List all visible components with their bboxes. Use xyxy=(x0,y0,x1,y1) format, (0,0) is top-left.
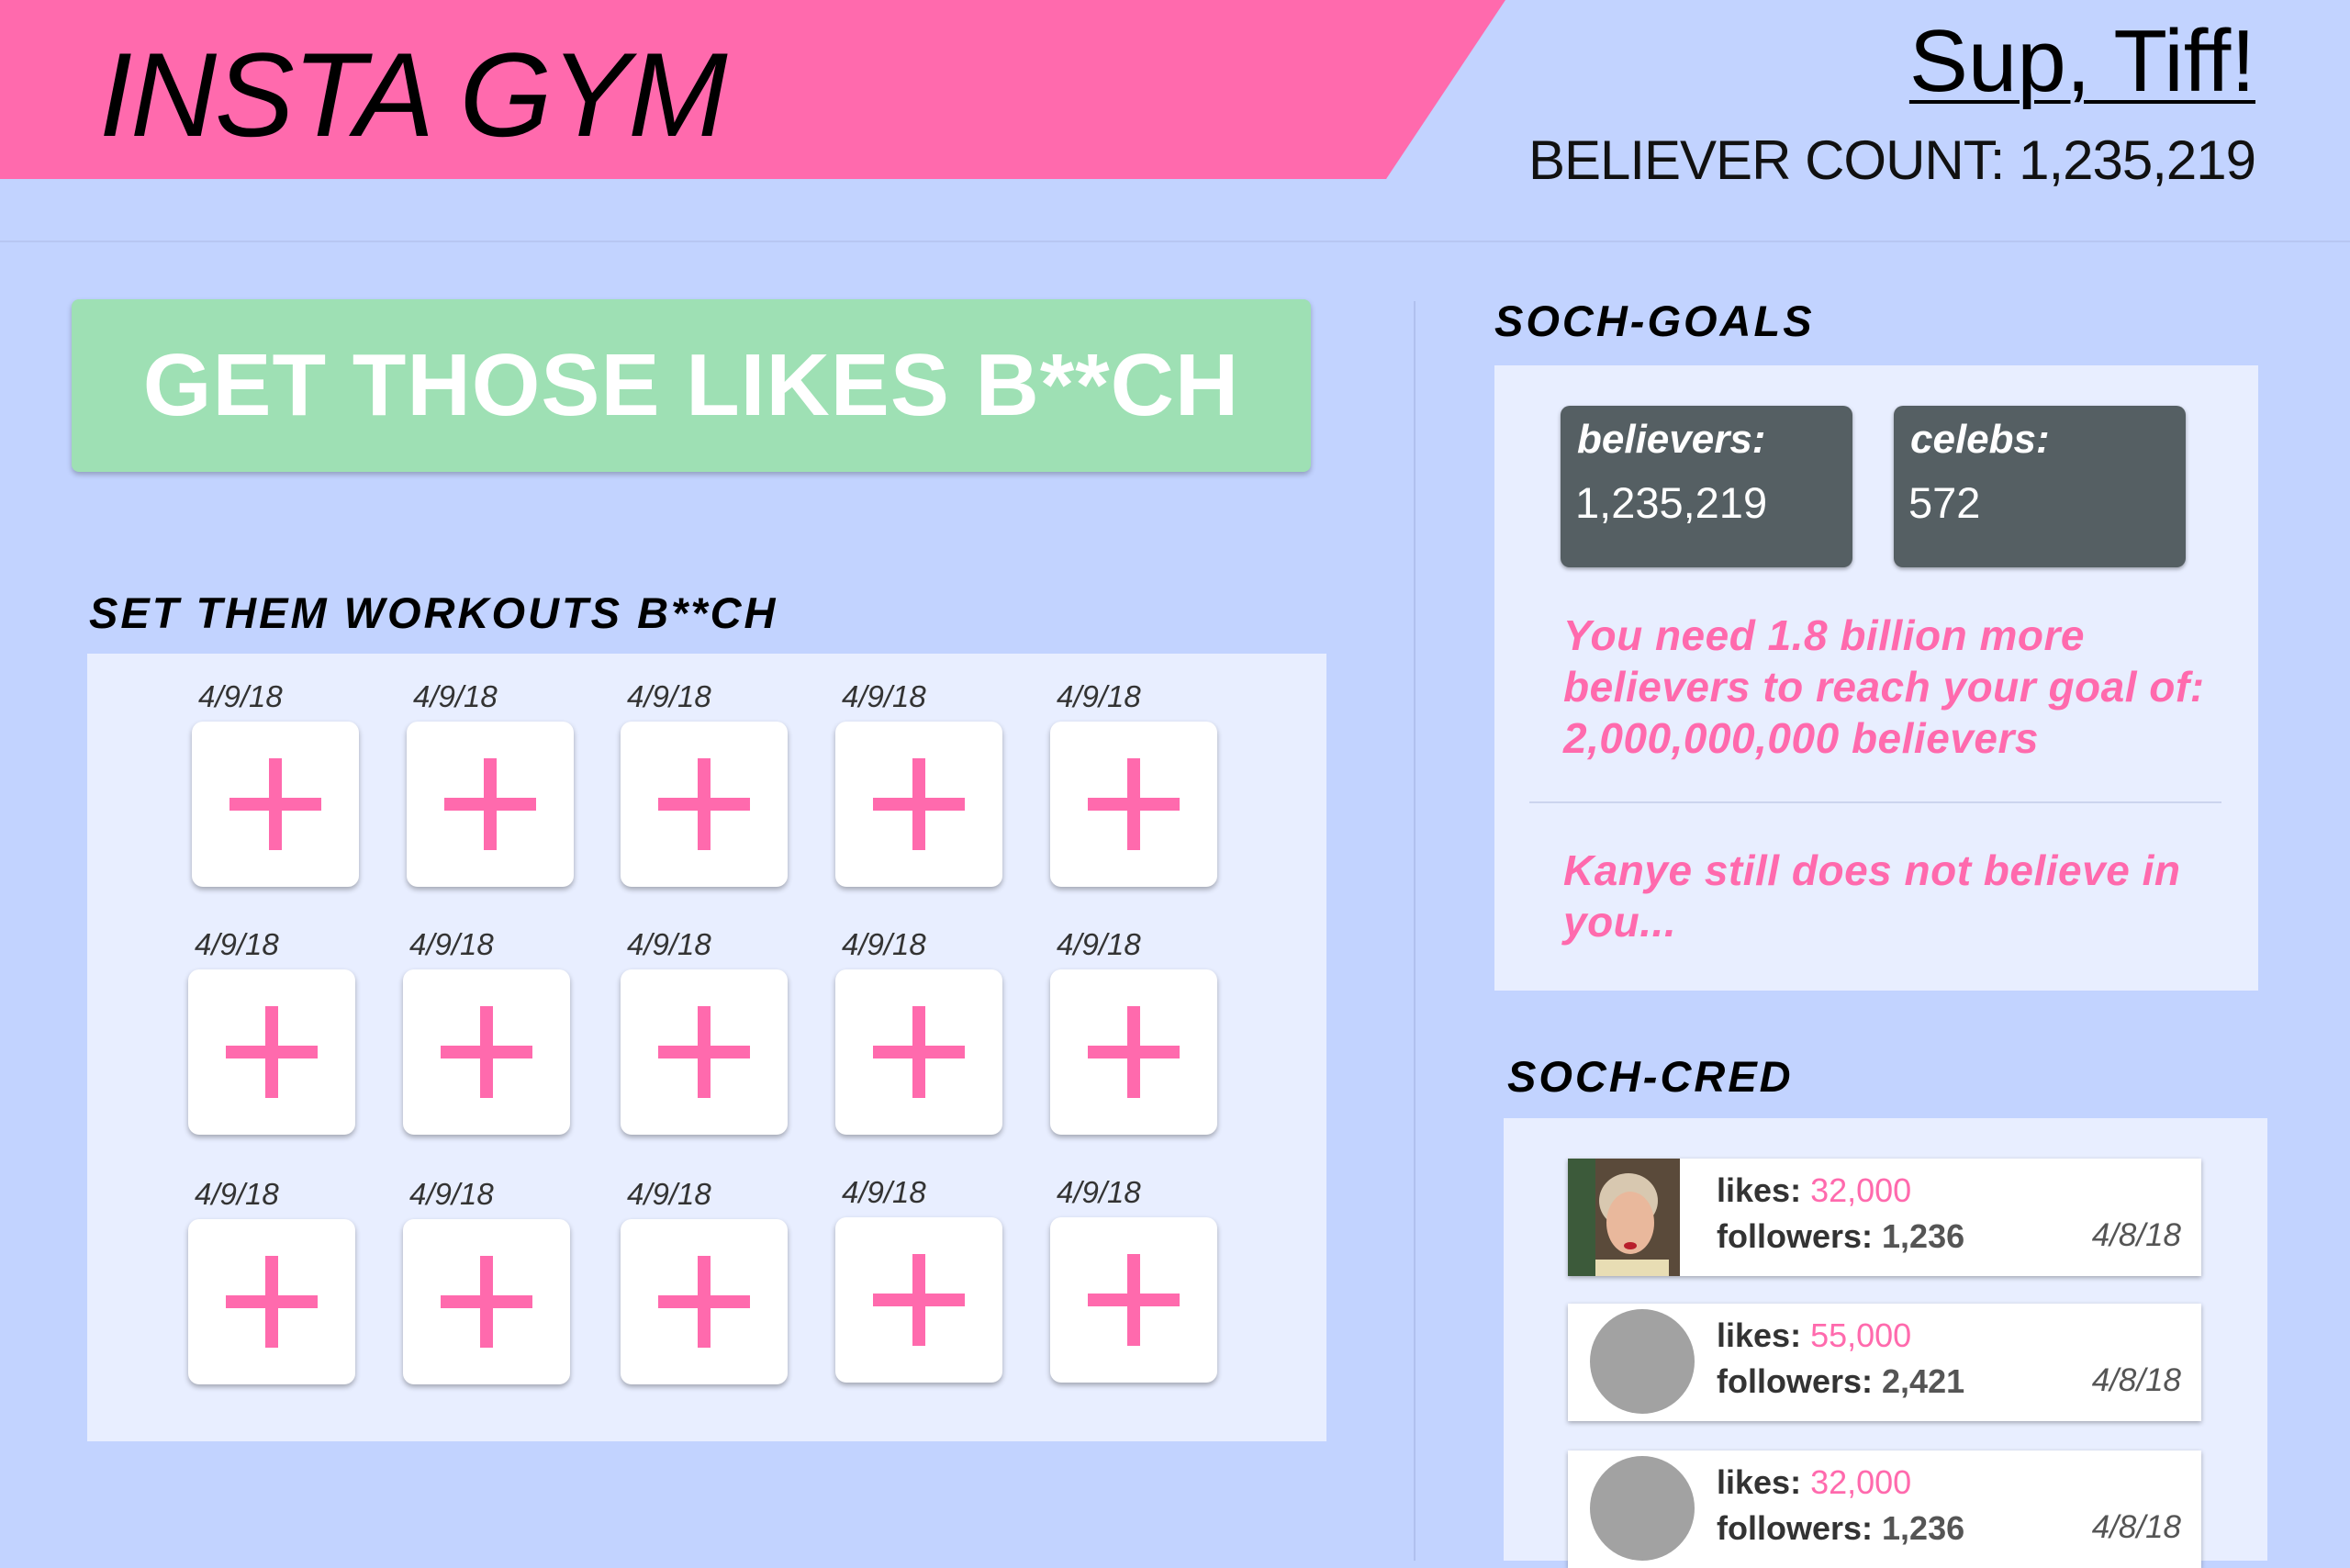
goal-message: You need 1.8 billion more believers to r… xyxy=(1563,611,2205,762)
kanye-message: Kanye still does not believe in you... xyxy=(1563,846,2181,946)
workout-date: 4/9/18 xyxy=(627,679,711,713)
plus-icon xyxy=(658,1256,750,1348)
likes-value: 32,000 xyxy=(1810,1463,1912,1501)
header-divider xyxy=(0,241,2350,242)
workout-date: 4/9/18 xyxy=(1057,927,1141,961)
add-workout-button[interactable] xyxy=(621,722,788,887)
workout-date: 4/9/18 xyxy=(195,1177,279,1211)
workout-date: 4/9/18 xyxy=(842,927,926,961)
plus-icon xyxy=(1088,1254,1180,1346)
plus-icon xyxy=(441,1006,532,1098)
app-title: INSTA GYM xyxy=(99,28,728,162)
cred-post[interactable]: likes: 32,000 followers: 1,236 4/8/18 xyxy=(1568,1159,2201,1276)
cred-heading: SOCH-CRED xyxy=(1507,1052,1794,1101)
workout-date: 4/9/18 xyxy=(198,679,283,713)
cred-post[interactable]: likes: 32,000 followers: 1,236 4/8/18 xyxy=(1568,1450,2201,1568)
add-workout-button[interactable] xyxy=(403,969,570,1135)
workout-date: 4/9/18 xyxy=(627,1177,711,1211)
followers-line: followers: 2,421 xyxy=(1717,1362,1965,1400)
believer-count: BELIEVER COUNT: 1,235,219 xyxy=(1528,129,2256,191)
workout-date: 4/9/18 xyxy=(413,679,498,713)
avatar xyxy=(1568,1159,1680,1276)
avatar-placeholder xyxy=(1590,1309,1695,1414)
add-workout-button[interactable] xyxy=(192,722,359,887)
avatar-photo xyxy=(1568,1159,1680,1276)
followers-value: 1,236 xyxy=(1882,1509,1965,1547)
add-workout-button[interactable] xyxy=(1050,1217,1217,1383)
likes-line: likes: 55,000 xyxy=(1717,1316,1912,1354)
add-workout-button[interactable] xyxy=(1050,722,1217,887)
post-date: 4/8/18 xyxy=(2091,1362,2181,1398)
plus-icon xyxy=(658,1006,750,1098)
likes-line: likes: 32,000 xyxy=(1717,1463,1912,1501)
post-date: 4/8/18 xyxy=(2091,1217,2181,1253)
workout-date: 4/9/18 xyxy=(1057,679,1141,713)
celebs-label: celebs: xyxy=(1910,417,2050,462)
plus-icon xyxy=(873,758,965,850)
believers-label: believers: xyxy=(1577,417,1766,462)
workout-date: 4/9/18 xyxy=(1057,1175,1141,1209)
followers-value: 1,236 xyxy=(1882,1217,1965,1255)
avatar-placeholder xyxy=(1590,1456,1695,1561)
plus-icon xyxy=(441,1256,532,1348)
get-likes-button[interactable]: GET THOSE LIKES B**CH xyxy=(72,299,1311,472)
add-workout-button[interactable] xyxy=(403,1219,570,1384)
workout-date: 4/9/18 xyxy=(409,1177,494,1211)
post-date: 4/8/18 xyxy=(2091,1509,2181,1545)
workouts-heading: SET THEM WORKOUTS B**CH xyxy=(89,588,778,637)
followers-value: 2,421 xyxy=(1882,1362,1965,1400)
add-workout-button[interactable] xyxy=(188,1219,355,1384)
plus-icon xyxy=(873,1006,965,1098)
add-workout-button[interactable] xyxy=(1050,969,1217,1135)
plus-icon xyxy=(229,758,321,850)
goals-heading: SOCH-GOALS xyxy=(1494,297,1815,345)
workout-date: 4/9/18 xyxy=(627,927,711,961)
add-workout-button[interactable] xyxy=(188,969,355,1135)
workout-date: 4/9/18 xyxy=(409,927,494,961)
plus-icon xyxy=(1088,758,1180,850)
goals-divider xyxy=(1529,801,2221,803)
plus-icon xyxy=(226,1006,318,1098)
followers-line: followers: 1,236 xyxy=(1717,1217,1965,1255)
cred-post[interactable]: likes: 55,000 followers: 2,421 4/8/18 xyxy=(1568,1304,2201,1421)
add-workout-button[interactable] xyxy=(835,1217,1002,1383)
workout-date: 4/9/18 xyxy=(195,927,279,961)
believers-value: 1,235,219 xyxy=(1575,478,1768,527)
likes-line: likes: 32,000 xyxy=(1717,1171,1912,1209)
add-workout-button[interactable] xyxy=(621,1219,788,1384)
plus-icon xyxy=(444,758,536,850)
likes-value: 55,000 xyxy=(1810,1316,1912,1354)
plus-icon xyxy=(1088,1006,1180,1098)
plus-icon xyxy=(873,1254,965,1346)
add-workout-button[interactable] xyxy=(835,969,1002,1135)
workout-date: 4/9/18 xyxy=(842,679,926,713)
greeting-link[interactable]: Sup, Tiff! xyxy=(1909,11,2255,112)
column-divider xyxy=(1414,301,1416,1561)
plus-icon xyxy=(226,1256,318,1348)
add-workout-button[interactable] xyxy=(835,722,1002,887)
plus-icon xyxy=(658,758,750,850)
workout-date: 4/9/18 xyxy=(842,1175,926,1209)
celebs-value: 572 xyxy=(1908,478,1981,527)
believers-card: believers: 1,235,219 xyxy=(1561,406,1852,567)
likes-value: 32,000 xyxy=(1810,1171,1912,1209)
celebs-card: celebs: 572 xyxy=(1894,406,2186,567)
add-workout-button[interactable] xyxy=(407,722,574,887)
followers-line: followers: 1,236 xyxy=(1717,1509,1965,1547)
workout-grid: 4/9/18 4/9/18 4/9/18 4/9/18 4/9/18 4/9/1… xyxy=(87,654,1326,1441)
add-workout-button[interactable] xyxy=(621,969,788,1135)
